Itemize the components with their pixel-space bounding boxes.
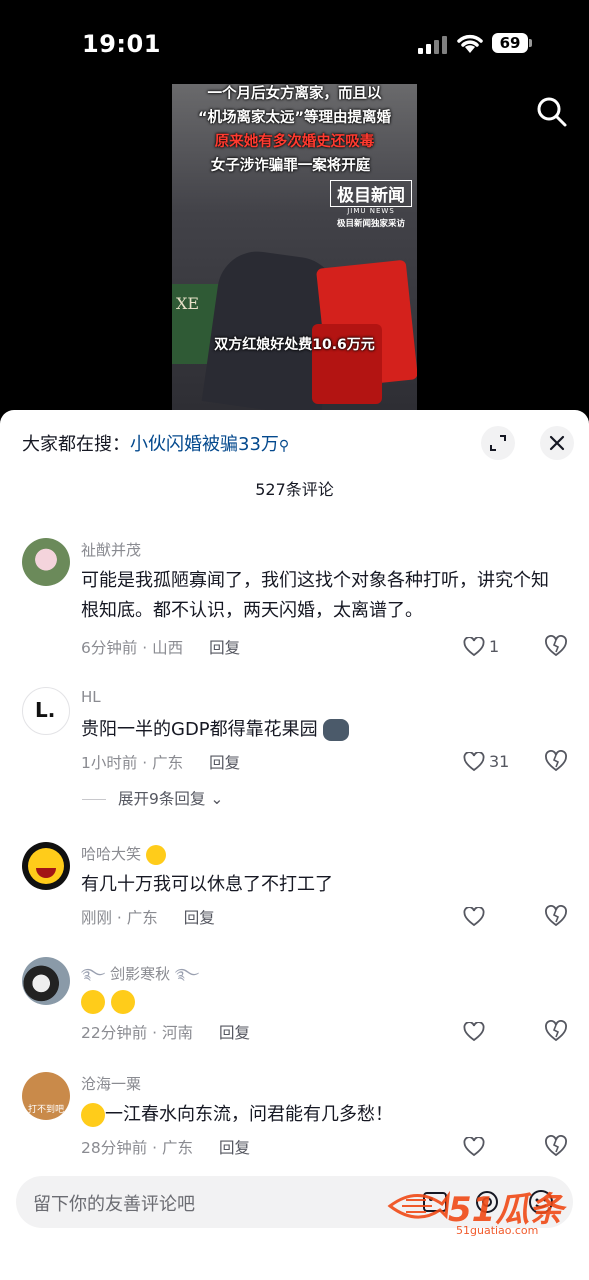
dislike-button[interactable] bbox=[544, 905, 568, 929]
sheet-header: 大家都在搜：小伙闪婚被骗33万⚲ bbox=[0, 410, 589, 474]
like-count: 31 bbox=[489, 752, 510, 771]
comment-input-placeholder: 留下你的友善评论吧 bbox=[33, 1194, 195, 1215]
comment-text: 一江春水向东流，问君能有几多愁！ bbox=[81, 1100, 561, 1130]
comment-meta: 6分钟前 · 山西 回复 bbox=[81, 636, 240, 658]
watermark-url: 51guatiao.com bbox=[456, 1224, 539, 1237]
status-time: 19:01 bbox=[82, 30, 161, 58]
like-button[interactable] bbox=[463, 905, 513, 931]
video-caption-2: “机场离家太远”等理由提离婚 bbox=[197, 110, 392, 126]
battery-icon: 69 bbox=[492, 33, 532, 53]
husky-emoji-icon bbox=[323, 719, 350, 741]
comment-text: 贵阳一半的GDP都得靠花果园 bbox=[81, 715, 561, 745]
reply-button[interactable]: 回复 bbox=[184, 909, 215, 927]
expand-replies-button[interactable]: 展开9条回复 ⌄ bbox=[82, 787, 223, 809]
battery-level: 69 bbox=[492, 33, 528, 53]
search-icon[interactable] bbox=[536, 96, 568, 128]
avatar[interactable] bbox=[22, 538, 70, 586]
bag-text: XE bbox=[176, 294, 200, 313]
comment-time-location: 22分钟前 · 河南 bbox=[81, 1024, 194, 1042]
fish-icon bbox=[387, 1190, 450, 1220]
status-bar: 19:01 69 bbox=[0, 0, 589, 84]
video-preview[interactable]: XE 一个月后女方离家，而且以 “机场离家太远”等理由提离婚 原来她有多次婚史还… bbox=[172, 84, 417, 410]
like-button[interactable]: 31 bbox=[463, 750, 513, 776]
jimu-news-logo: 极目新闻 JIMU NEWS 极目新闻独家采访 bbox=[330, 180, 412, 229]
heart-icon bbox=[463, 1137, 485, 1157]
dislike-button[interactable] bbox=[544, 1135, 568, 1159]
broken-heart-icon bbox=[545, 635, 567, 657]
cloud-decor-icon: ࿐ bbox=[174, 965, 200, 983]
cellular-signal-icon bbox=[418, 34, 448, 54]
broken-heart-icon bbox=[545, 750, 567, 772]
comment-meta: 22分钟前 · 河南 回复 bbox=[81, 1021, 250, 1043]
watermark-logo: 51瓜条 51guatiao.com bbox=[386, 1182, 576, 1242]
comment-time-location: 6分钟前 · 山西 bbox=[81, 639, 184, 657]
video-caption-1: 一个月后女方离家，而且以 bbox=[207, 86, 382, 102]
heart-icon bbox=[463, 907, 485, 927]
expand-button[interactable] bbox=[481, 426, 515, 460]
like-button[interactable] bbox=[463, 1020, 513, 1046]
dislike-button[interactable] bbox=[544, 1020, 568, 1044]
broken-heart-icon bbox=[545, 905, 567, 927]
dislike-button[interactable] bbox=[544, 750, 568, 774]
comment-meta: 刚刚 · 广东 回复 bbox=[81, 906, 215, 928]
close-button[interactable] bbox=[540, 426, 574, 460]
comment-username[interactable]: 哈哈大笑 bbox=[81, 843, 166, 865]
crying-emoji-icon bbox=[110, 990, 135, 1014]
trending-keyword[interactable]: 小伙闪婚被骗33万 bbox=[130, 434, 279, 455]
comment-count: 527条评论 bbox=[255, 480, 334, 499]
like-button[interactable]: 1 bbox=[463, 635, 513, 661]
comment-time-location: 1小时前 · 广东 bbox=[81, 754, 184, 772]
video-caption-4: 女子涉诈骗罪一案将开庭 bbox=[210, 158, 371, 174]
search-small-icon: ⚲ bbox=[278, 438, 290, 454]
video-caption-3: 原来她有多次婚史还吸毒 bbox=[214, 134, 375, 150]
comment-meta: 28分钟前 · 广东 回复 bbox=[81, 1136, 250, 1158]
comment-text bbox=[81, 987, 561, 1017]
heart-icon bbox=[463, 1022, 485, 1042]
comment-username[interactable]: HL bbox=[81, 688, 101, 706]
comment-time-location: 28分钟前 · 广东 bbox=[81, 1139, 194, 1157]
comment-meta: 1小时前 · 广东 回复 bbox=[81, 751, 240, 773]
broken-heart-icon bbox=[545, 1020, 567, 1042]
avatar[interactable] bbox=[22, 842, 70, 890]
like-count: 1 bbox=[489, 637, 500, 656]
comment-text: 可能是我孤陋寡闻了，我们这找个对象各种打听，讲究个知根知底。都不认识，两天闪婚，… bbox=[81, 570, 549, 621]
reply-button[interactable]: 回复 bbox=[209, 639, 240, 657]
avatar-text: L. bbox=[35, 698, 56, 722]
avatar-text: 打不到吧 bbox=[27, 1105, 64, 1115]
reply-button[interactable]: 回复 bbox=[209, 754, 240, 772]
avatar[interactable]: L. bbox=[22, 687, 70, 735]
close-icon bbox=[549, 435, 565, 451]
wifi-icon bbox=[455, 31, 485, 55]
expand-icon bbox=[490, 435, 506, 451]
grin-emoji-icon bbox=[145, 844, 166, 865]
crying-emoji-icon bbox=[81, 990, 105, 1014]
chevron-down-icon: ⌄ bbox=[210, 790, 224, 808]
heart-icon bbox=[463, 637, 485, 657]
trending-prefix: 大家都在搜： bbox=[22, 434, 130, 455]
broken-heart-icon bbox=[545, 1135, 567, 1157]
reply-button[interactable]: 回复 bbox=[219, 1139, 250, 1157]
heart-icon bbox=[463, 752, 485, 772]
comment-time-location: 刚刚 · 广东 bbox=[81, 909, 158, 927]
cloud-decor-icon: ࿐ bbox=[81, 965, 106, 983]
comment-username[interactable]: 沧海一粟 bbox=[81, 1073, 141, 1094]
like-button[interactable] bbox=[463, 1135, 513, 1161]
video-subtitle: 双方红娘好处费10.6万元 bbox=[214, 337, 375, 353]
reply-button[interactable]: 回复 bbox=[219, 1024, 250, 1042]
dislike-button[interactable] bbox=[544, 635, 568, 659]
comment-text: 有几十万我可以休息了不打工了 bbox=[81, 874, 333, 895]
comment-username[interactable]: 祉猷并茂 bbox=[81, 539, 141, 560]
avatar[interactable]: 打不到吧 bbox=[22, 1072, 70, 1120]
trending-search[interactable]: 大家都在搜：小伙闪婚被骗33万⚲ bbox=[22, 430, 289, 456]
crying-emoji-icon bbox=[81, 1103, 105, 1127]
avatar[interactable] bbox=[22, 957, 70, 1005]
